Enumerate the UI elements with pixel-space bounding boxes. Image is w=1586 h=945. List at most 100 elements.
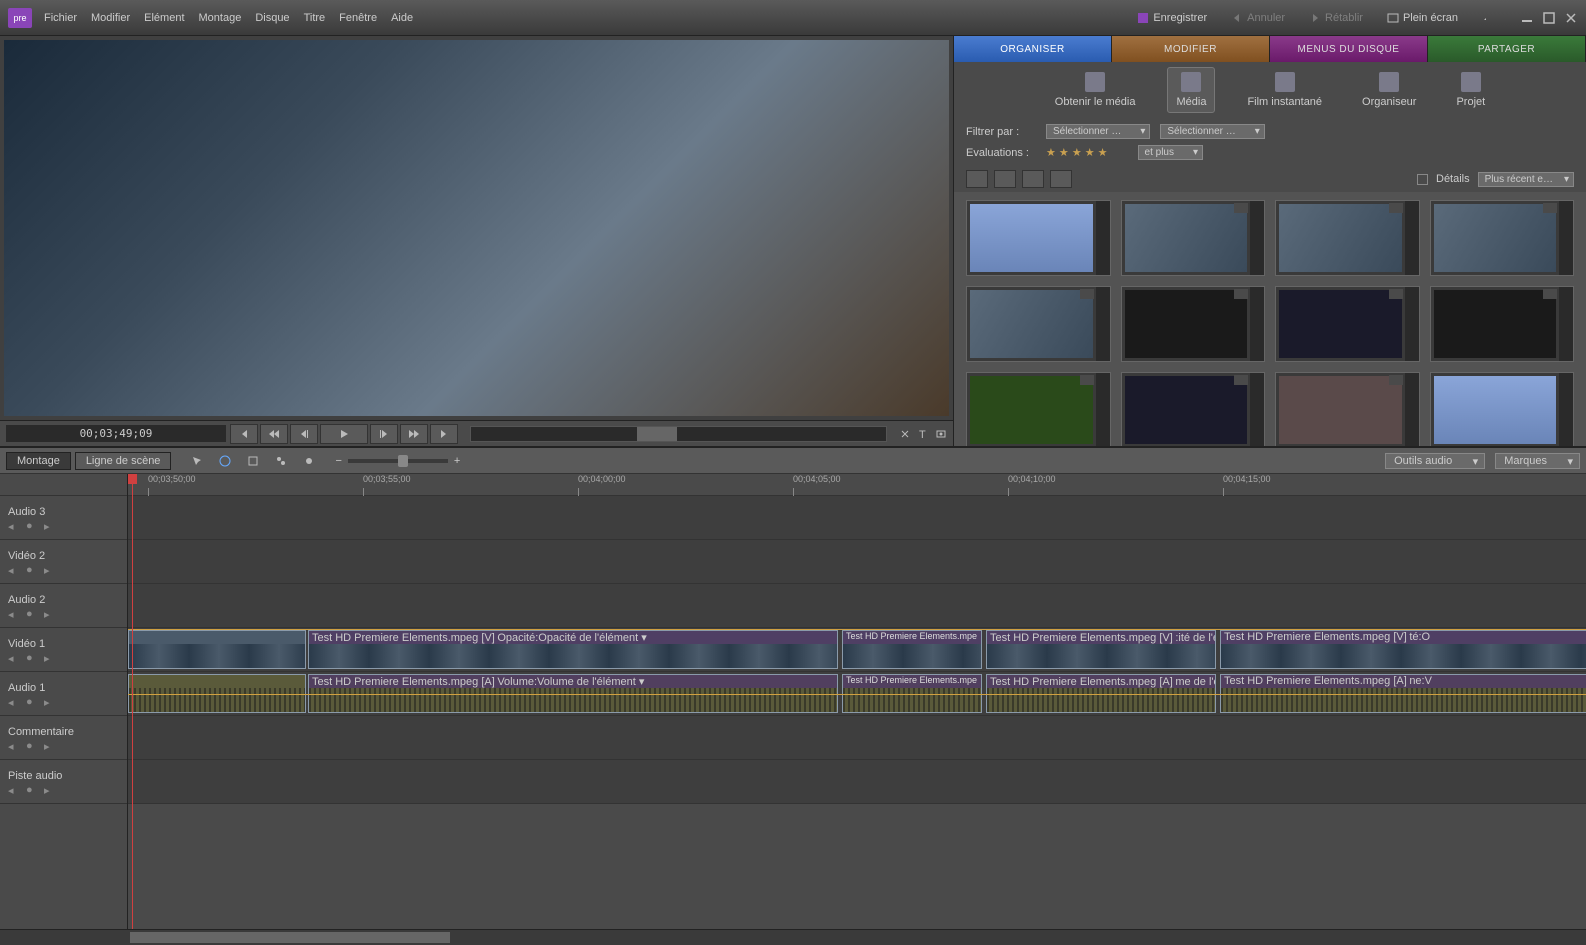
step-back-button[interactable] xyxy=(290,424,318,444)
filter-select-1[interactable]: Sélectionner … xyxy=(1046,124,1150,139)
view-img-button[interactable] xyxy=(1022,170,1044,188)
view-all-button[interactable] xyxy=(1050,170,1072,188)
track-head-commentaire[interactable]: Commentaire◂●▸ xyxy=(0,716,127,760)
audio-tools-dropdown[interactable]: Outils audio xyxy=(1385,453,1485,469)
track-mute-icon[interactable]: ● xyxy=(26,564,38,574)
filter-select-2[interactable]: Sélectionner … xyxy=(1160,124,1264,139)
timecode-display[interactable]: 00;03;49;09 xyxy=(6,425,226,442)
track-expand-icon[interactable]: ▸ xyxy=(44,520,56,530)
play-button[interactable] xyxy=(320,424,368,444)
home-icon[interactable] xyxy=(1476,10,1492,26)
close-icon[interactable] xyxy=(1564,11,1578,25)
step-fwd-button[interactable] xyxy=(370,424,398,444)
undo-button[interactable]: Annuler xyxy=(1225,10,1291,26)
time-tool[interactable] xyxy=(213,452,237,470)
track-toggle-icon[interactable]: ◂ xyxy=(8,784,20,794)
track-toggle-icon[interactable]: ◂ xyxy=(8,740,20,750)
film-instantane-button[interactable]: Film instantané xyxy=(1239,68,1330,112)
track-toggle-icon[interactable]: ◂ xyxy=(8,652,20,662)
playhead[interactable] xyxy=(132,474,133,929)
menu-fenetre[interactable]: Fenêtre xyxy=(339,12,377,24)
track-mute-icon[interactable]: ● xyxy=(26,740,38,750)
menu-modifier[interactable]: Modifier xyxy=(91,12,130,24)
track-expand-icon[interactable]: ▸ xyxy=(44,564,56,574)
media-thumb[interactable] xyxy=(1121,286,1266,362)
zoom-thumb[interactable] xyxy=(398,455,408,467)
menu-montage[interactable]: Montage xyxy=(199,12,242,24)
tab-montage[interactable]: Montage xyxy=(6,452,71,470)
maximize-icon[interactable] xyxy=(1542,11,1556,25)
media-thumb[interactable] xyxy=(1121,372,1266,446)
selection-tool[interactable] xyxy=(185,452,209,470)
sort-select[interactable]: Plus récent e… xyxy=(1478,172,1574,187)
details-checkbox[interactable] xyxy=(1417,174,1428,185)
menu-element[interactable]: Elément xyxy=(144,12,184,24)
media-thumb[interactable] xyxy=(966,286,1111,362)
menu-disque[interactable]: Disque xyxy=(255,12,289,24)
media-thumb[interactable] xyxy=(1275,372,1420,446)
clip-video[interactable]: Test HD Premiere Elements.mpeg [V] :ité … xyxy=(986,630,1216,669)
fastfwd-button[interactable] xyxy=(400,424,428,444)
track-toggle-icon[interactable]: ◂ xyxy=(8,520,20,530)
track-expand-icon[interactable]: ▸ xyxy=(44,652,56,662)
obtenir-media-button[interactable]: Obtenir le média xyxy=(1047,68,1144,112)
preview-monitor[interactable] xyxy=(4,40,949,416)
track-mute-icon[interactable]: ● xyxy=(26,784,38,794)
media-thumb[interactable] xyxy=(1275,286,1420,362)
menu-titre[interactable]: Titre xyxy=(304,12,326,24)
clip-video[interactable]: Test HD Premiere Elements.mpeg [V] Opaci… xyxy=(308,630,838,669)
props-tool[interactable] xyxy=(241,452,265,470)
etplus-select[interactable]: et plus xyxy=(1138,145,1203,160)
marques-dropdown[interactable]: Marques xyxy=(1495,453,1580,469)
zoom-out-button[interactable]: − xyxy=(335,455,341,467)
media-thumb[interactable] xyxy=(966,372,1111,446)
track-head-video2[interactable]: Vidéo 2◂●▸ xyxy=(0,540,127,584)
track-lane-video2[interactable] xyxy=(128,540,1586,584)
track-lane-audio3[interactable] xyxy=(128,496,1586,540)
tab-modifier[interactable]: MODIFIER xyxy=(1112,36,1270,62)
track-expand-icon[interactable]: ▸ xyxy=(44,784,56,794)
minimize-icon[interactable] xyxy=(1520,11,1534,25)
track-mute-icon[interactable]: ● xyxy=(26,696,38,706)
track-lane-commentaire[interactable] xyxy=(128,716,1586,760)
track-lane-piste-audio[interactable] xyxy=(128,760,1586,804)
timeline-content[interactable]: 00;03;50;00 00;03;55;00 00;04;00;00 00;0… xyxy=(128,474,1586,929)
media-button[interactable]: Média xyxy=(1167,67,1215,113)
fullscreen-button[interactable]: Plein écran xyxy=(1381,10,1464,26)
track-head-audio2[interactable]: Audio 2◂●▸ xyxy=(0,584,127,628)
title-icon[interactable]: T xyxy=(917,428,929,440)
media-thumb[interactable] xyxy=(1430,200,1575,276)
zoom-in-button[interactable]: + xyxy=(454,455,460,467)
track-head-audio3[interactable]: Audio 3◂●▸ xyxy=(0,496,127,540)
fx-tool[interactable] xyxy=(269,452,293,470)
time-ruler[interactable]: 00;03;50;00 00;03;55;00 00;04;00;00 00;0… xyxy=(128,474,1586,496)
goto-out-button[interactable] xyxy=(430,424,458,444)
scrollbar-thumb[interactable] xyxy=(130,932,450,943)
track-toggle-icon[interactable]: ◂ xyxy=(8,608,20,618)
menu-aide[interactable]: Aide xyxy=(391,12,413,24)
tab-partager[interactable]: PARTAGER xyxy=(1428,36,1586,62)
media-thumb[interactable] xyxy=(966,200,1111,276)
clip-video[interactable] xyxy=(128,630,306,669)
split-icon[interactable] xyxy=(899,428,911,440)
tab-menus-disque[interactable]: MENUS DU DISQUE xyxy=(1270,36,1428,62)
marker-tool[interactable] xyxy=(297,452,321,470)
track-expand-icon[interactable]: ▸ xyxy=(44,608,56,618)
media-thumb[interactable] xyxy=(1275,200,1420,276)
organiseur-button[interactable]: Organiseur xyxy=(1354,68,1424,112)
track-toggle-icon[interactable]: ◂ xyxy=(8,564,20,574)
snapshot-icon[interactable] xyxy=(935,428,947,440)
track-toggle-icon[interactable]: ◂ xyxy=(8,696,20,706)
track-mute-icon[interactable]: ● xyxy=(26,608,38,618)
track-head-piste-audio[interactable]: Piste audio◂●▸ xyxy=(0,760,127,804)
tab-ligne-scene[interactable]: Ligne de scène xyxy=(75,452,172,470)
track-expand-icon[interactable]: ▸ xyxy=(44,740,56,750)
media-thumb[interactable] xyxy=(1121,200,1266,276)
track-expand-icon[interactable]: ▸ xyxy=(44,696,56,706)
clip-video[interactable]: Test HD Premiere Elements.mpe xyxy=(842,630,982,669)
zoom-slider[interactable] xyxy=(348,459,448,463)
track-mute-icon[interactable]: ● xyxy=(26,652,38,662)
track-mute-icon[interactable]: ● xyxy=(26,520,38,530)
shuttle-slider[interactable] xyxy=(470,426,887,442)
clip-video[interactable]: Test HD Premiere Elements.mpeg [V] té:O xyxy=(1220,630,1586,669)
